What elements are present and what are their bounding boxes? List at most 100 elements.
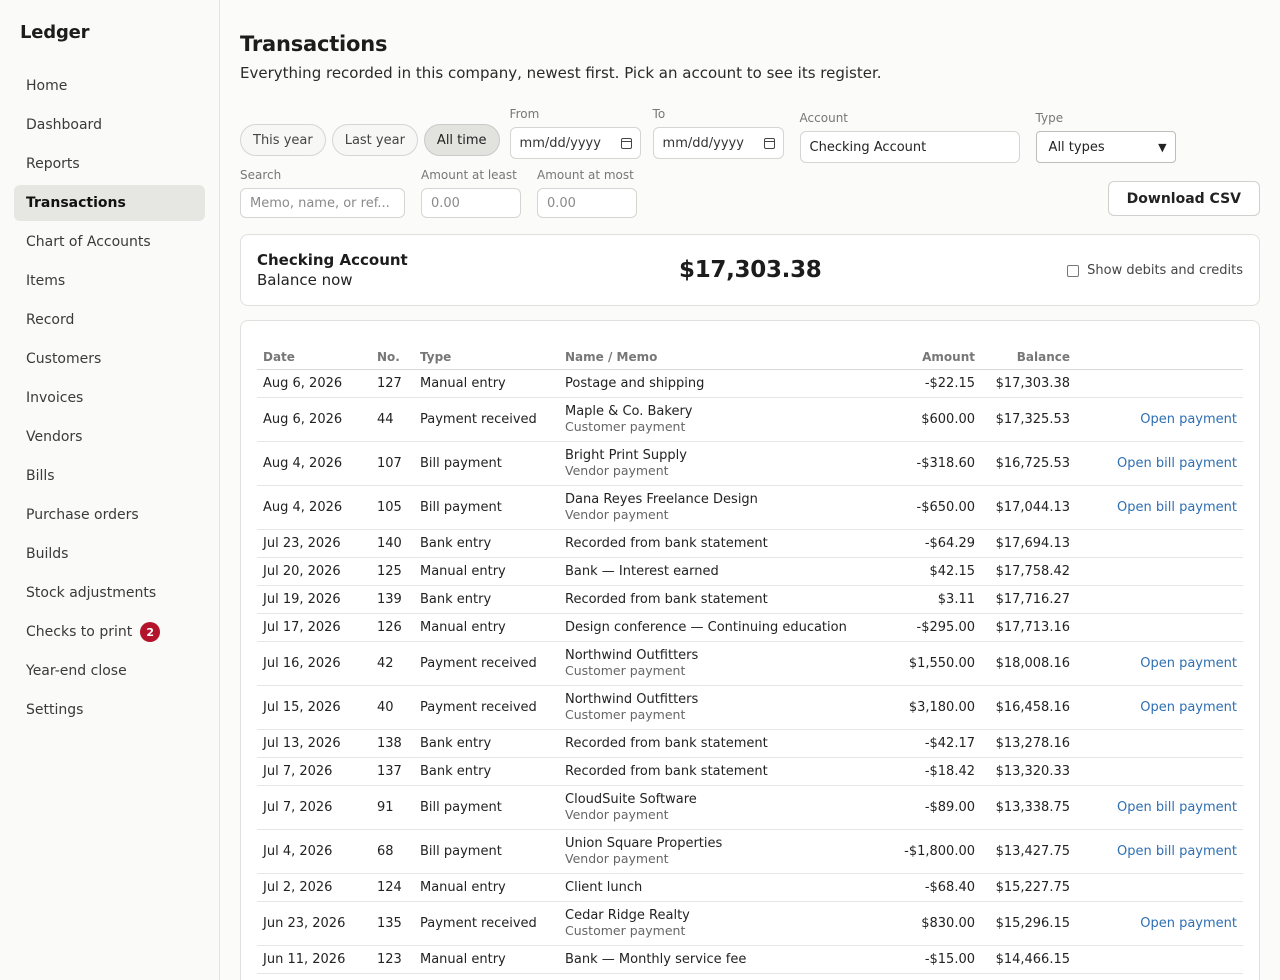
search-placeholder: Memo, name, or ref... (250, 195, 390, 211)
row-number: 107 (371, 441, 414, 486)
row-name: Recorded from bank statement (565, 591, 768, 607)
calendar-icon[interactable] (763, 137, 775, 149)
amount-max-label: Amount at most (537, 168, 634, 182)
show-debits-credits-label: Show debits and credits (1087, 263, 1243, 278)
to-date-input[interactable]: mm/dd/yyyy (652, 127, 784, 159)
sidebar-item-purchase-orders[interactable]: Purchase orders (14, 497, 205, 533)
sidebar-item-reports[interactable]: Reports (14, 146, 205, 182)
row-name-memo: Northwind Outfitters Customer payment (559, 685, 889, 730)
row-type: Manual entry (414, 873, 559, 902)
table-row[interactable]: Jul 7, 2026 137 Bank entry Recorded from ba… (257, 757, 1243, 786)
column-header-date[interactable]: Date (257, 343, 371, 370)
search-input[interactable]: Memo, name, or ref... (240, 188, 405, 218)
range-this-year-button[interactable]: This year (240, 124, 326, 156)
row-open-link[interactable]: Open bill payment (1076, 829, 1243, 874)
sidebar-item-stock-adjustments[interactable]: Stock adjustments (14, 575, 205, 611)
sidebar-item-home[interactable]: Home (14, 68, 205, 104)
sidebar-item-year-end-close[interactable]: Year-end close (14, 653, 205, 689)
balance-subtitle: Balance now (257, 271, 353, 289)
table-row[interactable]: Jun 11, 2026 123 Manual entry Bank — Monthl… (257, 945, 1243, 974)
row-open-link[interactable]: Open bill payment (1076, 485, 1243, 530)
table-row[interactable]: Jul 7, 2026 91 Bill payment CloudSuite Soft… (257, 785, 1243, 830)
table-row[interactable]: Jul 15, 2026 40 Payment received Northwind … (257, 685, 1243, 730)
amount-min-input[interactable]: 0.00 (421, 188, 521, 218)
from-date-input[interactable]: mm/dd/yyyy (509, 127, 641, 159)
row-name-memo: CloudSuite Software Vendor payment (559, 785, 889, 830)
table-row[interactable]: Aug 6, 2026 127 Manual entry Postage and sh… (257, 369, 1243, 398)
column-header-name-memo[interactable]: Name / Memo (559, 343, 889, 370)
sidebar-item-record[interactable]: Record (14, 302, 205, 338)
row-open-link[interactable]: Open bill payment (1076, 441, 1243, 486)
row-type: Bank entry (414, 529, 559, 558)
type-select[interactable]: All types ▼ (1035, 131, 1176, 163)
table-row[interactable]: Jul 13, 2026 138 Bank entry Recorded from b… (257, 729, 1243, 758)
row-type: Manual entry (414, 945, 559, 974)
sidebar-item-bills[interactable]: Bills (14, 458, 205, 494)
sidebar-item-builds[interactable]: Builds (14, 536, 205, 572)
sidebar-item-settings[interactable]: Settings (14, 692, 205, 728)
sidebar-item-items[interactable]: Items (14, 263, 205, 299)
table-row[interactable]: Jul 2, 2026 124 Manual entry Client lunch -$… (257, 873, 1243, 902)
column-header-amount[interactable]: Amount (889, 343, 981, 370)
sidebar-item-checks-to-print[interactable]: Checks to print 2 (14, 614, 205, 650)
sidebar-item-label: Reports (26, 156, 80, 172)
sidebar-item-chart-of-accounts[interactable]: Chart of Accounts (14, 224, 205, 260)
range-all-time-button[interactable]: All time (423, 124, 500, 156)
search-field: Search Memo, name, or ref... (240, 168, 405, 218)
column-header-type[interactable]: Type (414, 343, 559, 370)
sidebar-item-label: Dashboard (26, 117, 102, 133)
table-row[interactable]: Jun 23, 2026 135 Payment received Cedar Rid… (257, 901, 1243, 946)
row-open-link[interactable]: Open payment (1076, 685, 1243, 730)
row-type: Manual entry (414, 557, 559, 586)
table-row[interactable]: Jul 23, 2026 140 Bank entry Recorded from b… (257, 529, 1243, 558)
row-open-link[interactable]: Open payment (1076, 397, 1243, 442)
row-open-link[interactable]: Open payment (1076, 641, 1243, 686)
row-number: 125 (371, 557, 414, 586)
sidebar-item-customers[interactable]: Customers (14, 341, 205, 377)
row-open-link[interactable]: Open bill payment (1076, 785, 1243, 830)
sidebar-item-label: Checks to print (26, 624, 133, 640)
column-header-no[interactable]: No. (371, 343, 414, 370)
table-row[interactable]: Jul 17, 2026 126 Manual entry Design confer… (257, 613, 1243, 642)
table-row[interactable]: Jul 20, 2026 125 Manual entry Bank — Intere… (257, 557, 1243, 586)
row-number: 135 (371, 901, 414, 946)
row-amount: -$295.00 (889, 613, 981, 642)
show-debits-credits-toggle[interactable]: Show debits and credits (1067, 263, 1243, 278)
row-memo: Vendor payment (565, 507, 669, 522)
row-open-link[interactable]: Open payment (1076, 901, 1243, 946)
row-amount: -$68.40 (889, 873, 981, 902)
row-name: CloudSuite Software (565, 792, 697, 807)
transactions-table-card: Date No. Type Name / Memo Amount Balance… (240, 320, 1260, 980)
sidebar-item-dashboard[interactable]: Dashboard (14, 107, 205, 143)
row-name: Dana Reyes Freelance Design (565, 492, 758, 507)
row-type: Bank entry (414, 585, 559, 614)
download-csv-button[interactable]: Download CSV (1107, 181, 1260, 216)
balance-info: Checking Account Balance now (257, 251, 408, 289)
calendar-icon[interactable] (620, 137, 632, 149)
table-row[interactable]: Jul 4, 2026 68 Bill payment Union Square Pr… (257, 829, 1243, 874)
sidebar-item-transactions[interactable]: Transactions (14, 185, 205, 221)
table-row[interactable]: Jul 16, 2026 42 Payment received Northwind … (257, 641, 1243, 686)
account-input[interactable]: Checking Account (799, 131, 1020, 163)
range-last-year-button[interactable]: Last year (331, 124, 418, 156)
row-amount: $42.15 (889, 557, 981, 586)
row-name: Recorded from bank statement (565, 735, 768, 751)
sidebar-item-label: Transactions (26, 195, 126, 211)
sidebar-item-vendors[interactable]: Vendors (14, 419, 205, 455)
table-row[interactable]: Aug 6, 2026 44 Payment received Maple & Co.… (257, 397, 1243, 442)
table-row[interactable]: Jul 19, 2026 139 Bank entry Recorded from b… (257, 585, 1243, 614)
row-memo: Customer payment (565, 419, 686, 434)
show-debits-credits-checkbox[interactable] (1067, 264, 1080, 277)
sidebar: Ledger Home Dashboard Reports Transactio… (0, 0, 220, 980)
row-action (1076, 369, 1243, 398)
row-type: Payment received (414, 641, 559, 686)
sidebar-item-invoices[interactable]: Invoices (14, 380, 205, 416)
amount-max-input[interactable]: 0.00 (537, 188, 637, 218)
column-header-balance[interactable]: Balance (981, 343, 1076, 370)
row-amount: -$89.00 (889, 785, 981, 830)
row-number: 127 (371, 369, 414, 398)
row-action (1076, 873, 1243, 902)
table-row[interactable]: Aug 4, 2026 107 Bill payment Bright Print S… (257, 441, 1243, 486)
table-row[interactable]: Aug 4, 2026 105 Bill payment Dana Reyes Fre… (257, 485, 1243, 530)
row-number: 42 (371, 641, 414, 686)
